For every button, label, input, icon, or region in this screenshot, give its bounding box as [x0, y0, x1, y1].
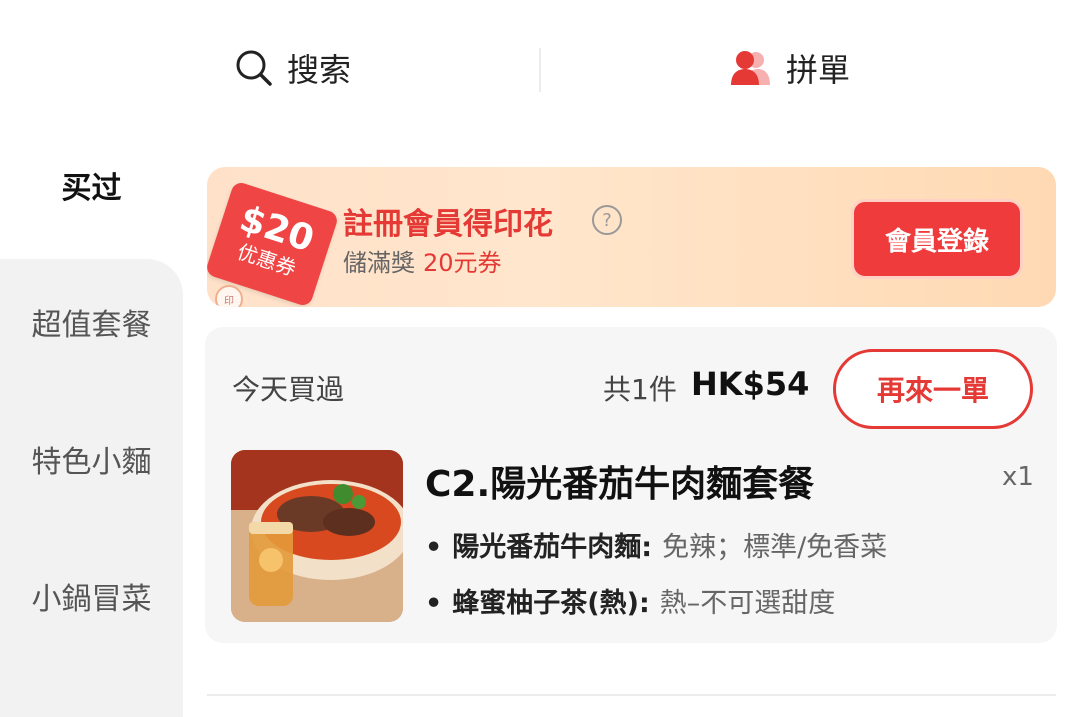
banner-title: 註冊會員得印花: [343, 207, 553, 242]
order-date: 今天買過: [232, 373, 345, 406]
item-option: • 陽光番茄牛肉麵: 免辣；標準/免香菜: [425, 525, 887, 564]
food-image[interactable]: [231, 450, 403, 622]
item-option: • 蜂蜜柚子茶(熱): 熱–不可選甜度: [425, 581, 835, 620]
order-item-count: 共1件: [603, 373, 677, 406]
sidebar-item-noodles[interactable]: 特色小麵: [0, 441, 183, 485]
option-value: 免辣；標準/免香菜: [662, 532, 888, 563]
search-icon: [236, 50, 272, 86]
help-icon[interactable]: ?: [592, 205, 622, 235]
banner-subtitle-text: 儲滿獎: [343, 249, 415, 277]
banner-subtitle-accent: 20元券: [423, 249, 502, 277]
sidebar-item-value-set[interactable]: 超值套餐: [0, 304, 183, 348]
item-quantity: x1: [1002, 462, 1034, 492]
sidebar-item-bought[interactable]: 买过: [0, 167, 183, 211]
order-card: 今天買過 共1件 HK$54 再來一單 C2.陽光番茄牛肉麵套餐 x1 • 陽光番…: [205, 327, 1057, 643]
member-banner[interactable]: $20 优惠券 印 註冊會員得印花 ? 儲滿獎 20元券 會員登錄: [207, 167, 1056, 307]
search-label: 搜索: [287, 51, 352, 89]
group-order-label: 拼單: [786, 51, 851, 89]
stamp-icon: 印: [215, 285, 243, 307]
item-name: C2.陽光番茄牛肉麵套餐: [425, 464, 815, 505]
order-total-price: HK$54: [691, 365, 810, 403]
sidebar-item-hotpot[interactable]: 小鍋冒菜: [0, 578, 183, 622]
group-users-icon: [731, 51, 770, 85]
group-order-button[interactable]: 拼單: [730, 38, 850, 98]
bullet: •: [425, 532, 443, 563]
topbar-divider: [539, 48, 541, 92]
section-divider: [207, 694, 1056, 696]
top-bar: 搜索 拼單: [0, 0, 1080, 122]
option-value: 熱–不可選甜度: [659, 588, 836, 619]
option-name: 陽光番茄牛肉麵:: [452, 532, 653, 563]
food-photo-icon: [231, 450, 403, 622]
search-button[interactable]: 搜索: [235, 38, 351, 98]
bullet: •: [425, 588, 443, 619]
reorder-button[interactable]: 再來一單: [833, 349, 1033, 429]
option-name: 蜂蜜柚子茶(熱):: [452, 588, 650, 619]
banner-subtitle: 儲滿獎 20元券: [343, 243, 502, 278]
member-login-button[interactable]: 會員登錄: [851, 199, 1023, 279]
